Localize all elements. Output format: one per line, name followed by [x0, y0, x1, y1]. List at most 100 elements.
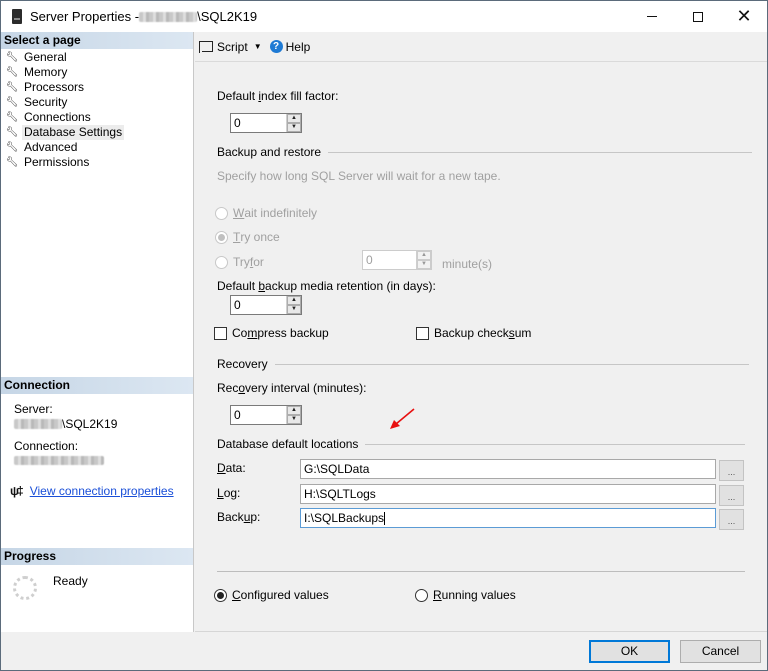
- connection-plug-icon: ψ‡: [10, 484, 24, 498]
- wrench-icon: 🔧︎: [5, 156, 19, 168]
- progress-header: Progress: [1, 548, 193, 565]
- wrench-icon: 🔧︎: [5, 66, 19, 78]
- sidebar-item-database-settings[interactable]: 🔧︎ Database Settings: [1, 125, 193, 140]
- sidebar-item-label: Database Settings: [22, 125, 125, 140]
- label-part: ata:: [225, 461, 246, 475]
- redacted-server-name: [139, 11, 198, 22]
- spin-up-icon[interactable]: ▲: [287, 406, 301, 415]
- backup-browse-button[interactable]: ...: [719, 509, 744, 530]
- script-label: Script: [217, 39, 248, 54]
- sidebar-item-processors[interactable]: 🔧︎ Processors: [1, 80, 193, 95]
- connection-header: Connection: [1, 377, 193, 394]
- backup-restore-group-title: Backup and restore: [217, 145, 753, 159]
- sidebar-item-memory[interactable]: 🔧︎ Memory: [1, 65, 193, 80]
- text-cursor: [384, 512, 386, 526]
- divider: [274, 363, 749, 365]
- spin-down-icon[interactable]: ▼: [417, 260, 431, 269]
- sidebar-item-security[interactable]: 🔧︎ Security: [1, 95, 193, 110]
- dropdown-caret-icon[interactable]: ▼: [254, 42, 262, 51]
- configured-values-radio[interactable]: Configured values: [214, 588, 329, 602]
- spin-up-icon[interactable]: ▲: [417, 251, 431, 260]
- fill-factor-value[interactable]: 0: [231, 114, 286, 132]
- cancel-button[interactable]: Cancel: [680, 640, 761, 663]
- sidebar-item-permissions[interactable]: 🔧︎ Permissions: [1, 155, 193, 170]
- label-part: Default: [217, 89, 259, 103]
- sidebar-item-general[interactable]: 🔧︎ General: [1, 50, 193, 65]
- label-part: onfigured values: [240, 588, 329, 602]
- spin-down-icon[interactable]: ▼: [287, 415, 301, 424]
- label-part: p:: [250, 510, 261, 524]
- maximize-button[interactable]: [675, 1, 721, 32]
- spin-up-icon[interactable]: ▲: [287, 114, 301, 123]
- try-for-minutes-stepper[interactable]: 0 ▲ ▼: [362, 250, 432, 270]
- retention-days-value[interactable]: 0: [231, 296, 286, 314]
- label-part: Co: [232, 326, 248, 340]
- page-list: 🔧︎ General 🔧︎ Memory 🔧︎ Processors 🔧︎ Se…: [1, 49, 193, 170]
- fill-factor-stepper[interactable]: 0 ▲ ▼: [230, 113, 302, 133]
- title-bar: Server Properties - \SQL2K19 ✕: [1, 1, 767, 32]
- ok-button[interactable]: OK: [589, 640, 670, 663]
- spin-down-icon[interactable]: ▼: [287, 305, 301, 314]
- connection-section: Connection Server: \SQL2K19 Connection: …: [1, 377, 193, 498]
- sidebar-item-label: General: [24, 50, 67, 64]
- sidebar-item-label: Processors: [24, 80, 85, 94]
- log-browse-button[interactable]: ...: [719, 485, 744, 506]
- data-path-input[interactable]: G:\SQLData: [300, 459, 716, 479]
- label-mnemonic: m: [247, 326, 258, 340]
- backup-checksum-checkbox[interactable]: Backup check s um: [416, 326, 531, 340]
- data-browse-button[interactable]: ...: [719, 460, 744, 481]
- help-button[interactable]: ? Help: [269, 40, 310, 54]
- group-title-text: Backup and restore: [217, 145, 322, 159]
- close-button[interactable]: ✕: [721, 1, 767, 32]
- label-part: og:: [223, 486, 241, 500]
- sidebar-item-label: Advanced: [24, 140, 78, 154]
- radio-circle: [215, 255, 228, 269]
- recovery-interval-value[interactable]: 0: [231, 406, 286, 424]
- view-connection-properties-link[interactable]: View connection properties: [30, 484, 174, 498]
- log-path-label: Log:: [217, 486, 240, 500]
- label-mnemonic: C: [232, 588, 241, 602]
- window-title: Server Properties - \SQL2K19: [30, 9, 257, 24]
- retention-days-stepper[interactable]: 0 ▲ ▼: [230, 295, 302, 315]
- log-path-input[interactable]: H:\SQLTLogs: [300, 484, 716, 504]
- divider: [365, 443, 746, 445]
- label-part: ackup media retention (in days):: [265, 279, 436, 293]
- try-for-minutes-value[interactable]: 0: [363, 251, 416, 269]
- label-part: unning values: [441, 588, 516, 602]
- server-value: \SQL2K19: [14, 417, 193, 431]
- window-controls: ✕: [629, 1, 767, 32]
- spin-down-icon[interactable]: ▼: [287, 123, 301, 132]
- backup-path-input[interactable]: I:\SQLBackups: [300, 508, 716, 528]
- wrench-icon: 🔧︎: [5, 126, 19, 138]
- wrench-icon: 🔧︎: [5, 81, 19, 93]
- try-once-radio[interactable]: Try once: [215, 230, 280, 244]
- progress-spinner-icon: [13, 576, 37, 600]
- minimize-button[interactable]: [629, 1, 675, 32]
- label-part: Rec: [217, 381, 239, 395]
- server-instance: \SQL2K19: [62, 417, 118, 431]
- spin-up-icon[interactable]: ▲: [287, 296, 301, 305]
- sidebar-item-label: Permissions: [24, 155, 90, 169]
- try-for-radio[interactable]: Try f or: [215, 255, 264, 269]
- sidebar-item-advanced[interactable]: 🔧︎ Advanced: [1, 140, 193, 155]
- sidebar-item-connections[interactable]: 🔧︎ Connections: [1, 110, 193, 125]
- database-settings-content: Default index fill factor: 0 ▲ ▼ Backup a…: [195, 63, 767, 631]
- redacted-connection-user: [14, 456, 104, 465]
- connection-value: [14, 454, 193, 468]
- annotation-arrow-shaft: [395, 408, 415, 425]
- wait-indefinitely-radio[interactable]: Wait indefinitely: [215, 206, 317, 220]
- label-mnemonic: T: [233, 230, 241, 244]
- group-title-text: Database default locations: [217, 437, 359, 451]
- tape-wait-hint: Specify how long SQL Server will wait fo…: [217, 169, 501, 183]
- recovery-interval-stepper[interactable]: 0 ▲ ▼: [230, 405, 302, 425]
- recovery-interval-label: Recovery interval (minutes):: [217, 381, 366, 395]
- radio-circle: [415, 588, 428, 602]
- divider: [328, 151, 753, 153]
- compress-backup-checkbox[interactable]: Co m press backup: [214, 326, 329, 340]
- close-icon: ✕: [736, 6, 752, 26]
- label-part: ry once: [240, 230, 280, 244]
- running-values-radio[interactable]: Running values: [415, 588, 516, 602]
- script-button[interactable]: Script ▼: [199, 39, 262, 54]
- backup-path-value: I:\SQLBackups: [304, 511, 385, 525]
- annotation-arrow-icon: [390, 408, 415, 429]
